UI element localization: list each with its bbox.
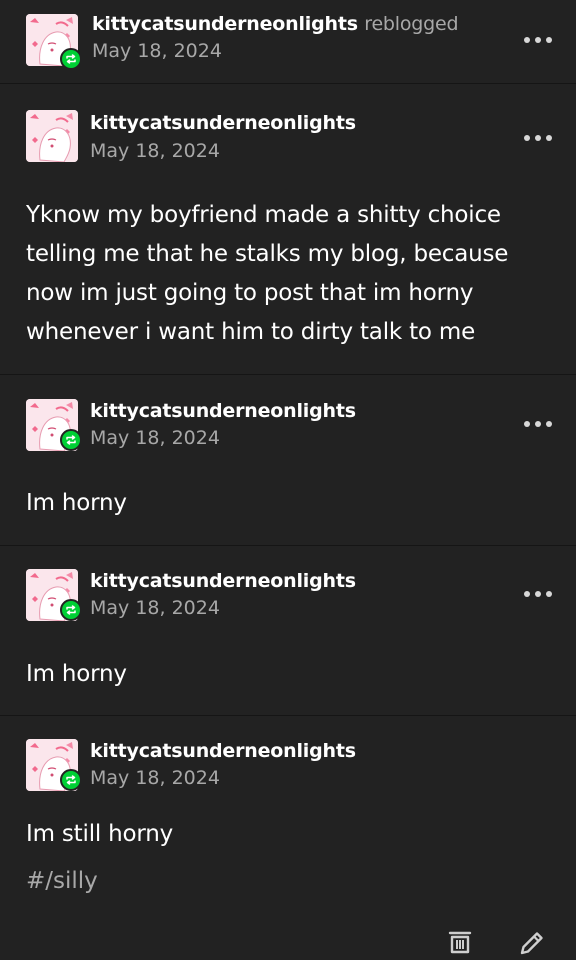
more-options-icon[interactable] [524,584,552,604]
more-options-icon[interactable] [524,128,552,148]
thread-post: kittycatsunderneonlights May 18, 2024 Yk… [0,84,576,375]
thread-post: kittycatsunderneonlights May 18, 2024 Im… [0,546,576,716]
post-date: May 18, 2024 [92,40,222,62]
post-tag[interactable]: #/silly [26,868,98,894]
trash-icon[interactable] [445,928,475,958]
more-options-icon[interactable] [524,30,552,50]
post-date: May 18, 2024 [90,767,220,789]
post-username[interactable]: kittycatsunderneonlights [90,570,356,592]
post-date: May 18, 2024 [90,427,220,449]
thread-post: kittycatsunderneonlights May 18, 2024 Im… [0,716,576,960]
post-body: Im horny [26,490,127,516]
reblogged-label: reblogged [364,13,459,35]
reblog-badge-icon [60,429,82,451]
reblog-badge-icon [60,599,82,621]
post-username[interactable]: kittycatsunderneonlights [90,112,356,134]
post-username[interactable]: kittycatsunderneonlights [90,740,356,762]
post-date: May 18, 2024 [90,597,220,619]
post-body: Yknow my boyfriend made a shitty choice … [26,202,509,345]
username-text[interactable]: kittycatsunderneonlights [92,13,358,35]
reblog-thread: kittycatsunderneonlights reblogged May 1… [0,0,576,960]
pencil-icon[interactable] [517,928,547,958]
post-body: Im horny [26,661,127,687]
more-options-icon[interactable] [524,414,552,434]
reblog-header: kittycatsunderneonlights reblogged May 1… [0,0,576,84]
thread-post: kittycatsunderneonlights May 18, 2024 Im… [0,375,576,546]
post-body: Im still horny [26,821,174,847]
avatar[interactable] [26,110,78,162]
post-date: May 18, 2024 [90,140,220,162]
reblog-badge-icon [60,48,82,70]
reblog-badge-icon [60,769,82,791]
post-username[interactable]: kittycatsunderneonlights [90,400,356,422]
reblogger-username[interactable]: kittycatsunderneonlights reblogged [92,13,459,35]
